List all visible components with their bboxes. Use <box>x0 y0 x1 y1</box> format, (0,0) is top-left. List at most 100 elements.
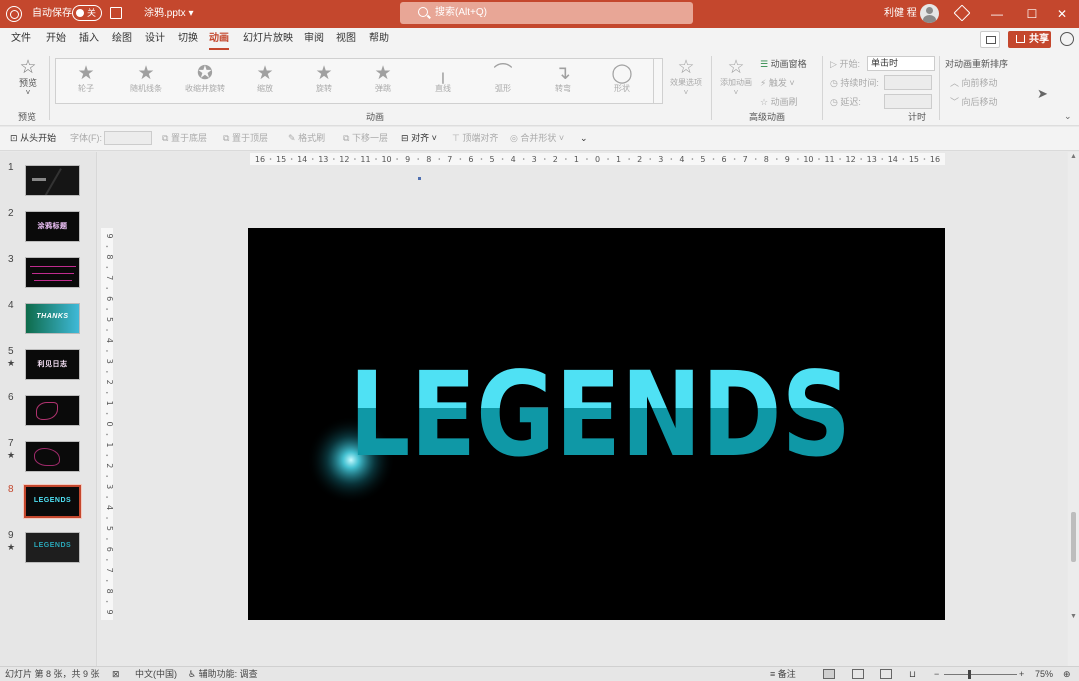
tab-home[interactable]: 开始 <box>46 32 66 46</box>
ruler-tick <box>754 158 757 160</box>
effect-arcs[interactable]: ⌒ 弧形 <box>479 64 527 94</box>
scrollbar-thumb[interactable] <box>1071 512 1076 562</box>
animation-pane-button[interactable]: ☰ 动画窗格 <box>760 58 807 70</box>
bring-to-front-button[interactable]: ⧉ 置于顶层 <box>223 132 268 145</box>
avatar[interactable] <box>920 4 939 23</box>
slide-canvas[interactable]: LEGENDS LEGENDS <box>248 228 945 620</box>
zoom-slider-track[interactable] <box>944 674 1017 675</box>
slideshow-view-icon[interactable]: ⊔ <box>909 668 916 681</box>
effect-options-button[interactable]: ☆ 效果选项 ˅ <box>666 58 706 98</box>
slide-thumbnail-5[interactable]: 利见日志 <box>25 349 80 380</box>
document-title[interactable]: 涂鸦.pptx ▾ <box>144 6 193 22</box>
slide-sorter-icon[interactable] <box>852 669 864 679</box>
from-start-button[interactable]: ⊡ 从头开始 <box>10 132 56 145</box>
accessibility-status[interactable]: ♿ 辅助功能: 调查 <box>188 668 258 681</box>
vertical-scrollbar[interactable]: ▲ ▼ <box>1068 152 1079 666</box>
tab-design[interactable]: 设计 <box>145 32 165 46</box>
restore-button[interactable]: ☐ <box>1022 4 1042 24</box>
share-label: 共享 <box>1029 34 1049 45</box>
search-box[interactable]: 搜索(Alt+Q) <box>400 2 693 24</box>
tab-help[interactable]: 帮助 <box>369 32 389 46</box>
move-later-button[interactable]: ﹀ 向后移动 <box>950 96 998 108</box>
collapse-ribbon-icon[interactable]: ⌄ <box>1064 110 1072 122</box>
tab-review[interactable]: 审阅 <box>304 32 324 46</box>
effect-random-bars[interactable]: ★ 随机线条 <box>121 64 171 94</box>
search-input[interactable]: 搜索(Alt+Q) <box>435 6 487 20</box>
zoom-out-button[interactable]: − <box>934 668 939 681</box>
reading-view-icon[interactable] <box>880 669 892 679</box>
ruler-label: 14 <box>297 155 307 164</box>
trigger-label: 触发 ˅ <box>768 78 795 88</box>
fit-to-window-icon[interactable]: ⊕ <box>1063 668 1071 681</box>
zoom-slider-thumb[interactable] <box>968 670 971 679</box>
slide-thumbnail-9[interactable]: LEGENDS <box>25 532 80 563</box>
ruler-tick <box>417 158 420 160</box>
tab-draw[interactable]: 绘图 <box>112 32 132 46</box>
move-earlier-button[interactable]: ︿ 向前移动 <box>950 77 998 89</box>
slide-thumbnail-3[interactable] <box>25 257 80 288</box>
share-button[interactable]: 共享 <box>1008 31 1051 48</box>
effect-shapes[interactable]: ◯ 形状 <box>598 64 646 94</box>
slide-thumbnail-8[interactable]: LEGENDS <box>24 485 81 518</box>
effect-turns[interactable]: ↴ 转弯 <box>539 64 587 94</box>
ruler-tick <box>586 158 588 160</box>
slide-thumbnail-4[interactable]: THANKS <box>25 303 80 334</box>
format-painter-label: 格式刷 <box>298 133 326 143</box>
layer-icon: ⧉ <box>343 133 350 143</box>
preview-dropdown-icon: ˅ <box>25 88 31 97</box>
tab-insert[interactable]: 插入 <box>79 32 99 46</box>
zoom-in-button[interactable]: + <box>1019 668 1024 681</box>
trigger-button[interactable]: ⚡ 触发 ˅ <box>760 77 795 89</box>
font-select[interactable] <box>104 131 152 145</box>
animation-group-label: 动画 <box>366 112 385 122</box>
format-painter-button[interactable]: ✎ 格式刷 <box>288 132 325 145</box>
slide-thumbnail-6[interactable] <box>25 395 80 426</box>
preview-button[interactable]: ☆ 预览 ˅ <box>12 58 44 98</box>
normal-view-icon[interactable] <box>823 669 835 679</box>
gallery-scrollbar[interactable] <box>653 58 663 104</box>
send-to-back-button[interactable]: ⧉ 置于底层 <box>162 132 207 145</box>
slide-thumbnail-1[interactable] <box>25 165 80 196</box>
slide-thumbnail-2[interactable]: 涂鸦标题 <box>25 211 80 242</box>
align-button[interactable]: ⊟ 对齐 ˅ <box>401 132 437 145</box>
notes-button[interactable]: ≡ 备注 <box>770 668 796 681</box>
tab-slideshow[interactable]: 幻灯片放映 <box>243 32 293 46</box>
scroll-down-icon[interactable]: ▼ <box>1070 613 1077 620</box>
zoom-level[interactable]: 75% <box>1035 668 1053 681</box>
tab-file[interactable]: 文件 <box>11 32 31 46</box>
delay-input[interactable] <box>884 94 932 109</box>
slide-number: 5 <box>8 346 14 357</box>
tab-transitions[interactable]: 切换 <box>178 32 198 46</box>
autosave-toggle[interactable]: 关 <box>72 5 102 21</box>
scroll-up-icon[interactable]: ▲ <box>1070 153 1077 160</box>
tab-animations[interactable]: 动画 <box>209 32 229 50</box>
slide-thumbnail-7[interactable] <box>25 441 80 472</box>
language-indicator[interactable]: 中文(中国) <box>135 668 177 681</box>
comments-button[interactable] <box>980 31 1000 48</box>
effect-options-icon: ☆ <box>677 57 695 78</box>
save-icon[interactable] <box>110 7 122 19</box>
feedback-icon[interactable] <box>1060 32 1074 46</box>
effect-wheel[interactable]: ★ 轮子 <box>62 64 110 94</box>
effect-shrink-turn[interactable]: ✪ 收缩并旋转 <box>180 64 230 94</box>
effect-bounce[interactable]: ★ 弹跳 <box>359 64 407 94</box>
close-button[interactable]: ✕ <box>1052 4 1072 24</box>
effect-lines[interactable]: ╷ 直线 <box>419 64 467 94</box>
start-select[interactable]: 单击时 <box>867 56 935 71</box>
mouse-cursor-icon: ➤ <box>1037 86 1048 101</box>
minimize-button[interactable]: — <box>987 4 1007 24</box>
animation-painter-button[interactable]: ☆ 动画刷 <box>760 96 798 108</box>
add-animation-button[interactable]: ☆ 添加动画 ˅ <box>716 58 756 98</box>
send-backward-button[interactable]: ⧉ 下移一层 <box>343 132 388 145</box>
duration-input[interactable] <box>884 75 932 90</box>
align-top-button[interactable]: ⊤ 顶端对齐 <box>452 132 498 145</box>
ruler-tick <box>106 433 108 436</box>
ruler-label: 1 <box>105 442 113 447</box>
effect-zoom[interactable]: ★ 缩放 <box>241 64 289 94</box>
merge-shapes-button[interactable]: ◎ 合并形状 ˅ <box>510 132 564 145</box>
customize-toolbar-button[interactable]: ⌄ <box>580 132 588 145</box>
spellcheck-icon[interactable]: ⊠ <box>112 668 120 681</box>
effect-spin[interactable]: ★ 旋转 <box>300 64 348 94</box>
tab-view[interactable]: 视图 <box>336 32 356 46</box>
pen-icon[interactable] <box>953 4 971 22</box>
